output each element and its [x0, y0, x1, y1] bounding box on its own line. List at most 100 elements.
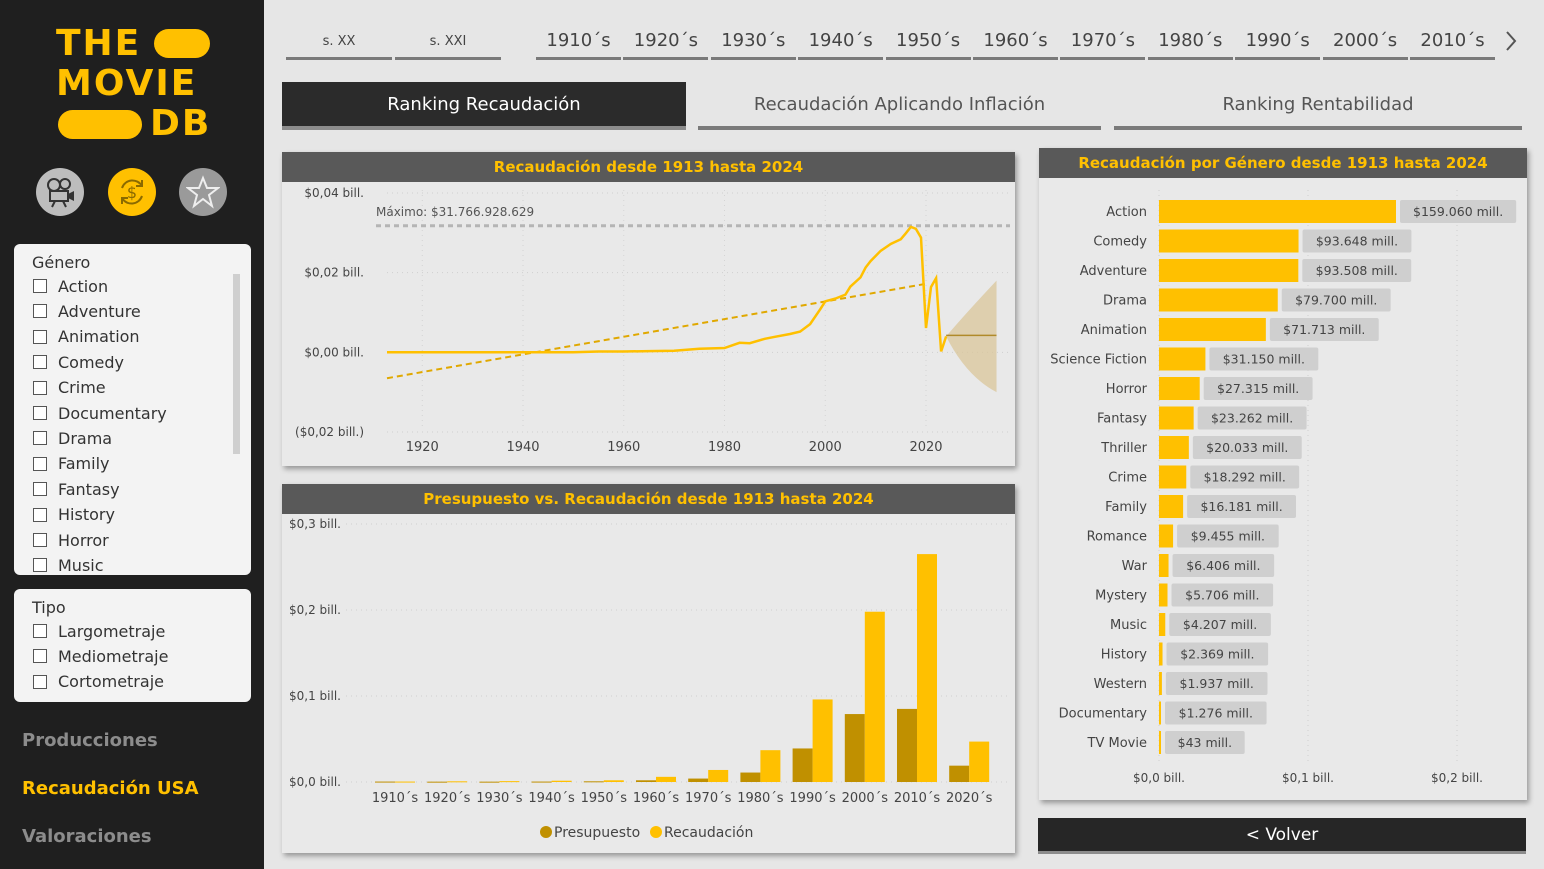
star-icon[interactable] — [179, 168, 227, 216]
type-filter-item[interactable]: Cortometraje — [33, 672, 164, 692]
legend-label-revenue: Recaudación — [664, 825, 753, 841]
decade-tab[interactable]: 1970´s — [1060, 28, 1146, 60]
genre-filter-item[interactable]: Fantasy — [33, 479, 120, 499]
genre-filter-label: Animation — [58, 327, 140, 347]
category-label: Family — [1105, 500, 1147, 515]
genre-bar — [1159, 642, 1163, 666]
genre-filter-item[interactable]: Action — [33, 276, 108, 296]
decade-tab[interactable]: 1930´s — [710, 28, 796, 60]
genre-bar — [1159, 731, 1161, 754]
category-label: TV Movie — [1087, 736, 1147, 751]
decade-tab[interactable]: 2010´s — [1410, 28, 1495, 60]
data-label: $93.648 mill. — [1316, 234, 1398, 249]
y-tick-label: ($0,02 bill.) — [295, 425, 364, 439]
checkbox[interactable] — [33, 355, 47, 370]
checkbox[interactable] — [33, 406, 47, 420]
x-tick-label: 1940 — [506, 440, 539, 455]
century-tab[interactable]: s. XX — [286, 28, 392, 60]
type-filter-item[interactable]: Mediometraje — [33, 646, 168, 666]
genre-filter-item[interactable]: Adventure — [33, 301, 141, 321]
genre-bar — [1159, 554, 1169, 577]
budget-bar — [844, 714, 865, 782]
logo-line-1: THE — [56, 23, 142, 64]
genre-chart-title: Recaudación por Género desde 1913 hasta … — [1039, 148, 1527, 178]
decade-tab[interactable]: 1920´s — [623, 28, 709, 60]
y-tick-label: $0,1 bill. — [289, 689, 341, 703]
genre-filter-item[interactable]: Comedy — [33, 352, 124, 372]
category-label: Horror — [1106, 382, 1148, 397]
dollar-refresh-icon[interactable]: $ — [108, 168, 156, 216]
revenue-bar — [395, 781, 415, 783]
data-label: $2.369 mill. — [1180, 647, 1254, 662]
decade-tab[interactable]: 1960´s — [973, 28, 1058, 60]
chevron-right-icon[interactable] — [1503, 30, 1519, 52]
genre-bar — [1159, 406, 1194, 430]
tab-ranking-recaudacion[interactable]: Ranking Recaudación — [282, 82, 686, 130]
x-tick-label: 1950´s — [581, 791, 628, 806]
checkbox[interactable] — [33, 507, 47, 522]
checkbox[interactable] — [33, 674, 47, 689]
budget-bar — [897, 708, 917, 782]
category-label: Animation — [1081, 323, 1147, 338]
genre-bar — [1159, 672, 1162, 695]
y-tick-label: $0,2 bill. — [289, 603, 341, 617]
decade-tab[interactable]: 1910´s — [536, 28, 621, 60]
revenue-bar — [812, 699, 833, 782]
checkbox[interactable] — [33, 649, 47, 664]
volver-button[interactable]: < Volver — [1038, 818, 1526, 854]
checkbox[interactable] — [33, 431, 47, 446]
decade-tab[interactable]: 1980´s — [1147, 28, 1233, 60]
checkbox[interactable] — [33, 482, 47, 497]
x-tick-label: 2020´s — [946, 791, 993, 806]
type-filter-item[interactable]: Largometraje — [33, 621, 165, 641]
logo: THE MOVIE DB — [56, 26, 216, 144]
checkbox[interactable] — [33, 329, 47, 344]
data-label: $20.033 mill. — [1206, 440, 1288, 455]
logo-line-3: DB — [150, 103, 212, 144]
checkbox[interactable] — [33, 380, 47, 395]
checkbox[interactable] — [33, 624, 47, 638]
x-tick-label: 1910´s — [372, 791, 419, 806]
genre-filter-item[interactable]: Music — [33, 555, 104, 575]
category-label: Adventure — [1080, 264, 1147, 279]
revenue-bar — [447, 781, 468, 783]
tab-ranking-rentabilidad[interactable]: Ranking Rentabilidad — [1114, 82, 1522, 130]
century-tab[interactable]: s. XXI — [395, 28, 501, 60]
genre-filter-item[interactable]: Horror — [33, 530, 109, 550]
category-label: Action — [1106, 205, 1147, 220]
genre-filter-item[interactable]: Crime — [33, 378, 106, 398]
checkbox[interactable] — [33, 279, 47, 293]
genre-filter-item[interactable]: Drama — [33, 428, 112, 448]
tab-recaudacion-inflacion[interactable]: Recaudación Aplicando Inflación — [698, 82, 1101, 130]
category-label: Mystery — [1095, 589, 1147, 604]
genre-bar — [1159, 583, 1168, 607]
revenue-bar — [603, 780, 624, 782]
x-tick-label: 2020 — [909, 440, 942, 455]
checkbox[interactable] — [33, 456, 47, 471]
budget-bar — [688, 778, 709, 782]
checkbox[interactable] — [33, 533, 47, 547]
genre-filter-item[interactable]: Family — [33, 454, 109, 474]
genre-bar — [1159, 200, 1396, 223]
nav-producciones[interactable]: Producciones — [22, 730, 158, 751]
genre-filter-item[interactable]: History — [33, 505, 115, 525]
type-filter-label: Mediometraje — [58, 646, 169, 666]
decade-tab[interactable]: 1950´s — [885, 28, 971, 60]
data-label: $159.060 mill. — [1413, 204, 1503, 219]
category-label: Documentary — [1059, 707, 1148, 722]
film-projector-icon[interactable] — [36, 168, 84, 216]
genre-bar — [1159, 436, 1189, 459]
genre-filter-scrollbar[interactable] — [233, 274, 240, 454]
decade-tab[interactable]: 1940´s — [798, 28, 884, 60]
genre-filter-item[interactable]: Documentary — [33, 403, 167, 423]
decade-tab[interactable]: 2000´s — [1322, 28, 1408, 60]
nav-valoraciones[interactable]: Valoraciones — [22, 826, 152, 847]
y-tick-label: $0,02 bill. — [304, 266, 364, 280]
genre-filter-item[interactable]: Animation — [33, 327, 140, 347]
checkbox[interactable] — [33, 558, 47, 573]
nav-recaudacion[interactable]: Recaudación USA — [22, 778, 199, 799]
checkbox[interactable] — [33, 304, 47, 319]
data-label: $1.276 mill. — [1179, 706, 1253, 721]
x-tick-label: 1980 — [708, 440, 741, 455]
decade-tab[interactable]: 1990´s — [1235, 28, 1321, 60]
